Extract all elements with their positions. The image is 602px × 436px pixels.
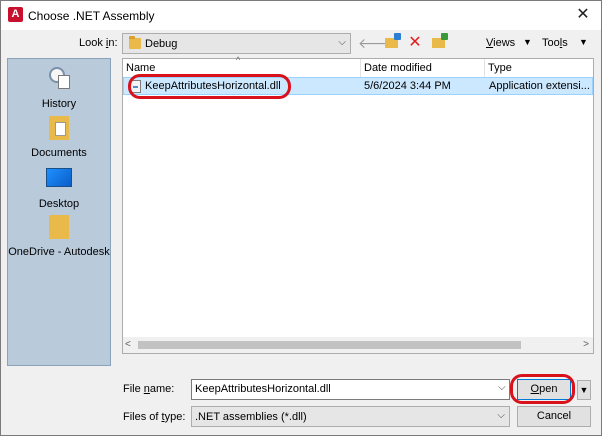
dialog-window: A Choose .NET Assembly ✕ Look in: Debug … [0, 0, 602, 436]
filetype-dropdown[interactable]: .NET assemblies (*.dll) ⌵ [191, 406, 510, 427]
file-list[interactable]: Name ^ Date modified Type KeepAttributes… [122, 55, 595, 354]
place-history[interactable]: History [8, 65, 110, 110]
file-date-cell: 5/6/2024 3:44 PM [364, 80, 451, 92]
file-row-selected[interactable]: KeepAttributesHorizontal.dll 5/6/2024 3:… [123, 74, 593, 99]
horizontal-scrollbar[interactable]: < > [123, 337, 593, 353]
annotation-highlight-open [510, 374, 575, 404]
onedrive-folder-icon [46, 213, 72, 239]
place-desktop[interactable]: Desktop [8, 165, 110, 210]
open-options-arrow-icon[interactable]: ▼ [577, 380, 591, 400]
lookin-label: Look in: [79, 37, 118, 49]
cancel-button[interactable]: Cancel [517, 406, 591, 427]
place-onedrive[interactable]: OneDrive - Autodesk [8, 213, 110, 258]
filename-label: File name: [123, 383, 175, 395]
title-bar: A Choose .NET Assembly ✕ [1, 1, 601, 30]
filename-dropdown-arrow-icon[interactable]: ⌵ [498, 382, 506, 393]
views-dropdown-arrow-icon[interactable]: ▼ [523, 37, 532, 47]
place-label: OneDrive - Autodesk [8, 246, 110, 258]
place-documents[interactable]: Documents [8, 114, 110, 159]
lookin-value: Debug [145, 38, 178, 50]
chevron-down-icon: ⌵ [338, 37, 346, 48]
up-one-level-icon[interactable] [381, 33, 401, 53]
column-header-date[interactable]: Date modified [361, 59, 485, 77]
filetype-value: .NET assemblies (*.dll) [195, 411, 307, 423]
place-label: Documents [31, 147, 87, 159]
places-sidebar: History Documents Desktop OneDrive - Aut… [7, 58, 111, 366]
column-header-type[interactable]: Type [485, 59, 595, 77]
new-folder-icon[interactable] [428, 33, 448, 53]
dialog-title: Choose .NET Assembly [28, 9, 155, 23]
delete-icon[interactable]: ✕ [405, 33, 425, 53]
place-label: History [41, 98, 77, 110]
scrollbar-thumb[interactable] [138, 341, 521, 349]
annotation-highlight-file [128, 74, 291, 99]
filetype-label: Files of type: [123, 411, 186, 423]
chevron-down-icon: ⌵ [497, 410, 505, 421]
scroll-right-icon[interactable]: > [583, 339, 589, 350]
back-arrow-icon[interactable]: 🡐 [358, 33, 396, 53]
history-icon [46, 65, 72, 91]
views-menu-button[interactable]: Views [486, 37, 515, 49]
file-type-cell: Application extensi... [489, 80, 590, 92]
autocad-app-icon: A [8, 7, 23, 22]
close-button[interactable]: ✕ [573, 5, 593, 25]
desktop-icon [46, 165, 72, 191]
tools-dropdown-arrow-icon[interactable]: ▼ [579, 37, 588, 47]
folder-icon [129, 36, 141, 49]
tools-menu-button[interactable]: Tools [542, 37, 568, 49]
documents-folder-icon [46, 114, 72, 140]
filename-input[interactable]: KeepAttributesHorizontal.dll [191, 379, 510, 400]
sort-ascending-icon: ^ [236, 55, 241, 65]
scroll-left-icon[interactable]: < [125, 339, 131, 350]
place-label: Desktop [38, 198, 80, 210]
